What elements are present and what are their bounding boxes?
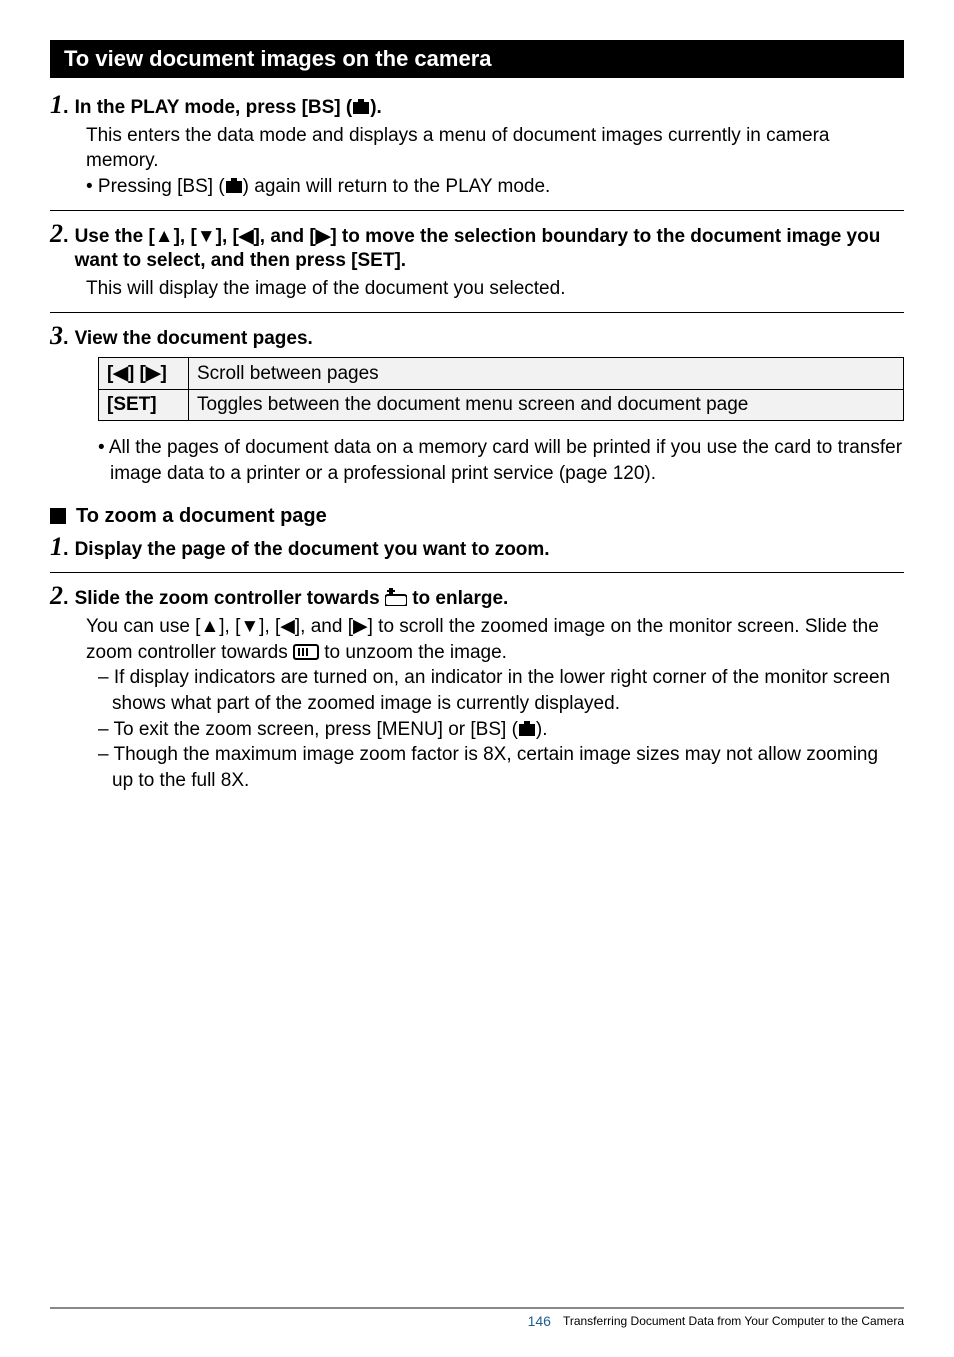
zoom-out-icon [293, 644, 319, 660]
table-row: [◀] [▶] Scroll between pages [99, 358, 904, 390]
step-1: 1. In the PLAY mode, press [BS] (). This… [50, 92, 904, 200]
zoom-step-2-title: Slide the zoom controller towards to enl… [75, 587, 509, 612]
zoom-step-1: 1. Display the page of the document you … [50, 534, 904, 563]
step-3-title: View the document pages. [75, 327, 313, 352]
step-number-2: 2. [50, 221, 69, 247]
bs-icon [518, 721, 536, 737]
table-val-toggle: Toggles between the document menu screen… [189, 390, 904, 421]
step-2: 2. Use the [▲], [▼], [◀], and [▶] to mov… [50, 221, 904, 302]
zoom-step-2-title-prefix: Slide the zoom controller towards [75, 588, 385, 609]
separator [50, 572, 904, 573]
zoom-step-2-title-suffix: to enlarge. [407, 588, 508, 609]
table-key-set: [SET] [99, 390, 189, 421]
zoom-step-2-dash-3: – Though the maximum image zoom factor i… [98, 742, 904, 793]
table-row: [SET] Toggles between the document menu … [99, 390, 904, 421]
table-val-scroll: Scroll between pages [189, 358, 904, 390]
page-number: 146 [528, 1313, 551, 1329]
zoom-step-1-title: Display the page of the document you wan… [75, 538, 550, 563]
step-1-bullet-suffix: ) again will return to the PLAY mode. [243, 176, 551, 197]
step-1-title-prefix: In the PLAY mode, press [BS] ( [75, 97, 353, 118]
step-3-bullet: • All the pages of document data on a me… [98, 435, 904, 486]
zoom-step-2: 2. Slide the zoom controller towards to … [50, 583, 904, 793]
controls-table: [◀] [▶] Scroll between pages [SET] Toggl… [98, 357, 904, 421]
step-number-1: 1. [50, 92, 69, 118]
square-bullet-icon [50, 508, 66, 524]
bs-icon [225, 178, 243, 194]
step-1-bullet-prefix: • Pressing [BS] ( [86, 176, 225, 197]
subsection-title: To zoom a document page [76, 505, 327, 528]
step-number-3: 3. [50, 323, 69, 349]
step-1-title: In the PLAY mode, press [BS] (). [75, 96, 382, 121]
separator [50, 210, 904, 211]
zoom-step-number-1: 1. [50, 534, 69, 560]
zoom-step-2-dash-1: – If display indicators are turned on, a… [98, 665, 904, 716]
zoom-step-2-dash-2-suffix: ). [536, 719, 548, 740]
section-header: To view document images on the camera [50, 40, 904, 78]
zoom-step-2-dash-2: – To exit the zoom screen, press [MENU] … [98, 717, 904, 743]
step-1-bullet: • Pressing [BS] ( ) again will return to … [86, 174, 904, 200]
bs-icon [352, 99, 370, 115]
table-key-arrows: [◀] [▶] [99, 358, 189, 390]
subsection-heading: To zoom a document page [50, 505, 904, 528]
zoom-step-2-dash-2-prefix: – To exit the zoom screen, press [MENU] … [98, 719, 518, 740]
step-3: 3. View the document pages. [◀] [▶] Scro… [50, 323, 904, 487]
zoom-step-2-body-suffix: to unzoom the image. [319, 642, 507, 663]
zoom-in-icon [385, 588, 407, 606]
zoom-step-number-2: 2. [50, 583, 69, 609]
footer-text: Transferring Document Data from Your Com… [563, 1314, 904, 1328]
step-2-title: Use the [▲], [▼], [◀], and [▶] to move t… [75, 225, 904, 274]
step-1-title-suffix: ). [370, 97, 382, 118]
zoom-step-2-body: You can use [▲], [▼], [◀], and [▶] to sc… [86, 614, 904, 665]
step-2-body: This will display the image of the docum… [86, 276, 904, 302]
separator [50, 312, 904, 313]
page-footer: 146 Transferring Document Data from Your… [50, 1307, 904, 1329]
step-1-body: This enters the data mode and displays a… [86, 123, 904, 174]
